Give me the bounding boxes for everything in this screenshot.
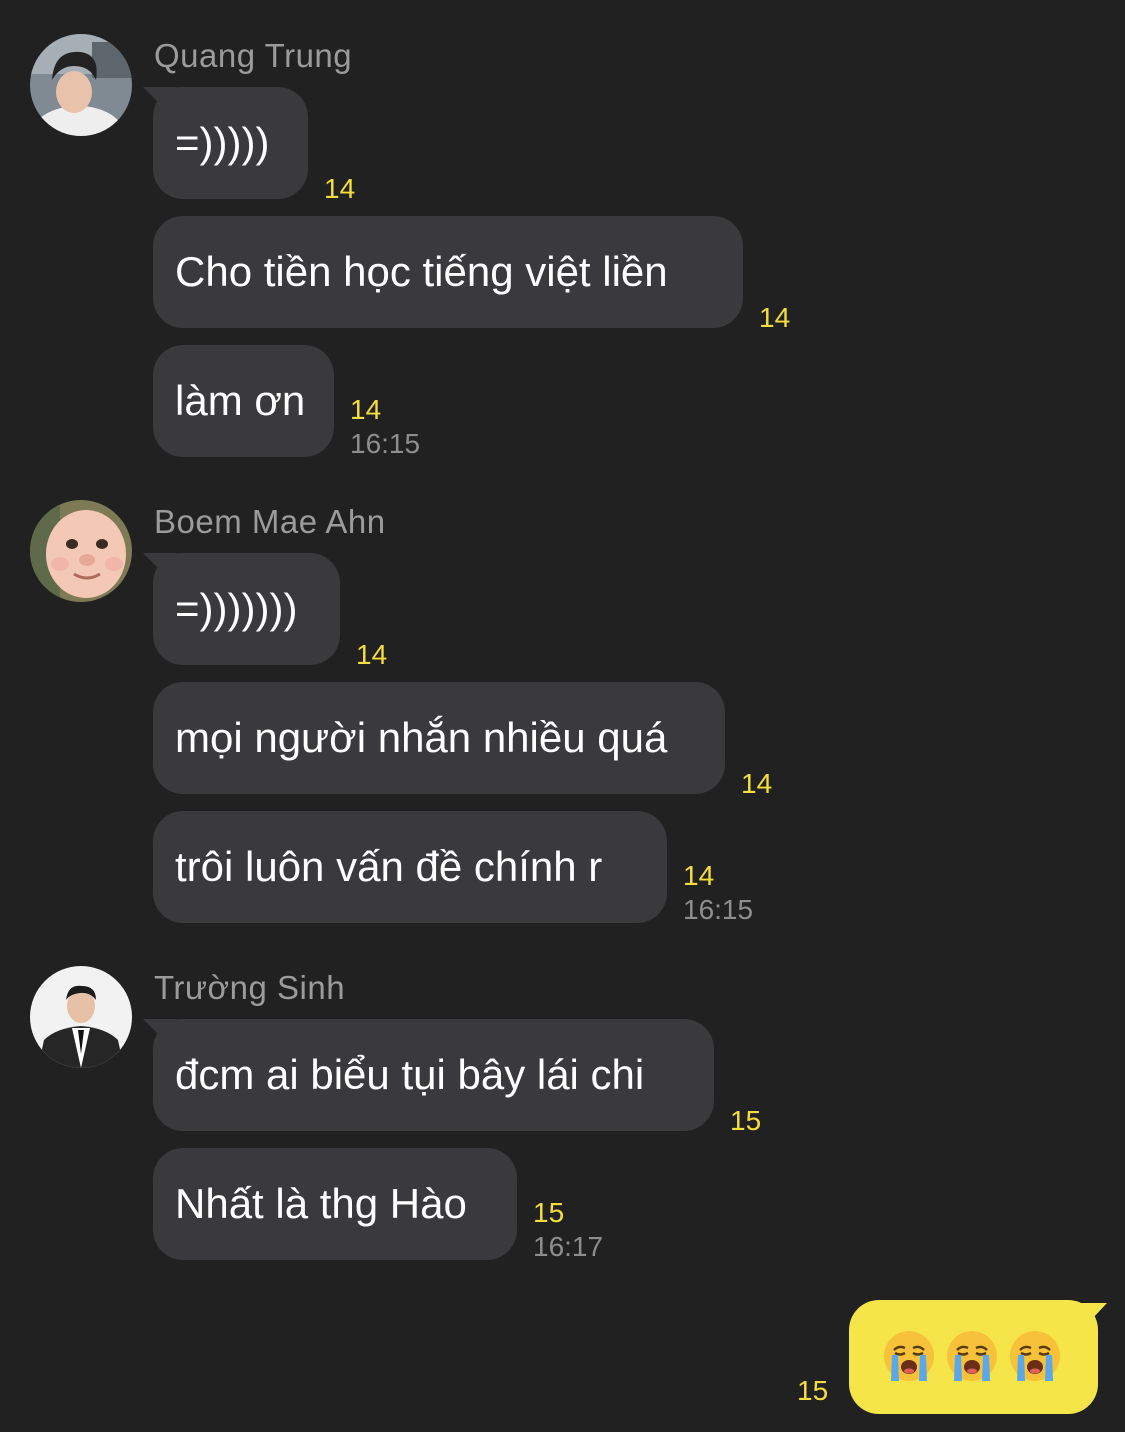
message-bubble[interactable]: đcm ai biểu tụi bây lái chi	[153, 1019, 714, 1131]
message-bubble[interactable]: Cho tiền học tiếng việt liền	[153, 216, 743, 328]
crying-face-emoji-icon	[946, 1330, 998, 1382]
avatar-quang-trung[interactable]	[30, 34, 132, 136]
unread-count: 14	[356, 639, 388, 670]
outgoing-message-bubble[interactable]	[849, 1300, 1098, 1414]
message-meta: 15 16:17	[533, 1196, 603, 1264]
message-meta: 14	[356, 638, 387, 672]
message-bubble[interactable]: làm ơn	[153, 345, 334, 457]
emoji-row	[883, 1330, 1061, 1382]
unread-count: 14	[741, 768, 773, 799]
message-meta: 14	[741, 767, 772, 801]
unread-count: 15	[730, 1105, 762, 1136]
message-meta: 15	[730, 1104, 761, 1138]
man-in-suit-avatar-icon	[30, 966, 132, 1068]
unread-count: 15	[797, 1375, 829, 1406]
message-bubble[interactable]: Nhất là thg Hào	[153, 1148, 517, 1260]
baby-face-avatar-icon	[30, 500, 132, 602]
sender-name: Boem Mae Ahn	[154, 503, 386, 540]
message-bubble[interactable]: trôi luôn vấn đề chính r	[153, 811, 667, 923]
message-bubble[interactable]: =)))))))	[153, 553, 340, 665]
crying-face-emoji-icon	[1009, 1330, 1061, 1382]
unread-count: 15	[533, 1197, 565, 1228]
unread-count: 14	[759, 302, 791, 333]
crying-face-emoji-icon	[883, 1330, 935, 1382]
message-meta: 14 16:15	[350, 393, 420, 461]
avatar-truong-sinh[interactable]	[30, 966, 132, 1068]
message-meta: 14 16:15	[683, 859, 753, 927]
chat-message-list[interactable]: Quang Trung =))))) 14 Cho tiền học tiếng…	[0, 0, 1125, 1432]
unread-count: 14	[350, 394, 382, 425]
message-meta: 14	[324, 172, 355, 206]
message-timestamp: 16:15	[683, 894, 754, 925]
message-timestamp: 16:17	[533, 1231, 604, 1262]
sender-name: Trường Sinh	[154, 969, 346, 1006]
avatar-boem-mae-ahn[interactable]	[30, 500, 132, 602]
unread-count: 14	[683, 860, 715, 891]
message-timestamp: 16:15	[350, 428, 421, 459]
message-meta: 15	[797, 1374, 828, 1408]
person-selfie-avatar-icon	[30, 34, 132, 136]
message-bubble[interactable]: =)))))	[153, 87, 308, 199]
message-meta: 14	[759, 301, 790, 335]
unread-count: 14	[324, 173, 356, 204]
message-bubble[interactable]: mọi người nhắn nhiều quá	[153, 682, 725, 794]
sender-name: Quang Trung	[154, 37, 353, 74]
